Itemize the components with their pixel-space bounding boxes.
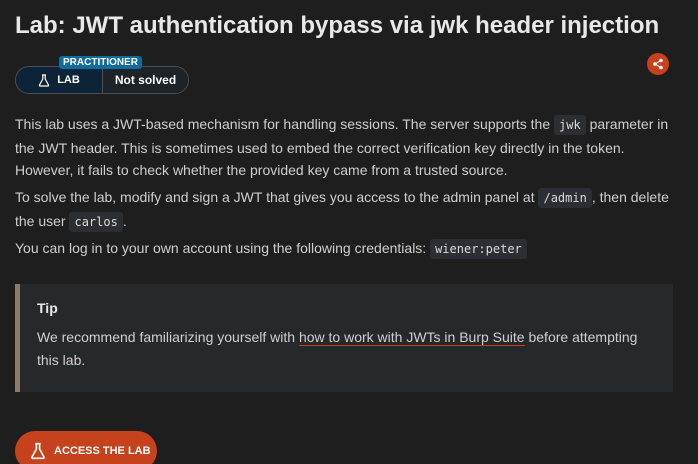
tip-box: Tip We recommend familiarizing yourself …: [15, 284, 673, 392]
code-carlos: carlos: [69, 211, 123, 232]
status-badge: Not solved: [103, 67, 188, 93]
text: .: [122, 212, 127, 229]
lab-label: LAB: [57, 74, 80, 86]
page-title: Lab: JWT authentication bypass via jwk h…: [15, 12, 660, 39]
credentials-paragraph: You can log in to your own account using…: [15, 237, 683, 261]
text: This lab uses a JWT-based mechanism for …: [15, 116, 554, 132]
lab-type: LAB: [16, 67, 103, 93]
text: We recommend familiarizing yourself with: [37, 329, 299, 345]
description-paragraph: This lab uses a JWT-based mechanism for …: [15, 113, 683, 182]
goal-paragraph: To solve the lab, modify and sign a JWT …: [15, 186, 683, 233]
flask-icon: [39, 73, 50, 87]
tip-text: We recommend familiarizing yourself with…: [37, 326, 657, 371]
flask-icon: [31, 442, 45, 460]
level-badge: PRACTITIONER: [59, 56, 142, 69]
code-jwk: jwk: [554, 115, 586, 135]
lab-page: Lab: JWT authentication bypass via jwk h…: [0, 0, 698, 464]
tip-title: Tip: [37, 300, 58, 316]
text: You can log in to your own account using…: [15, 240, 431, 256]
share-icon: [653, 58, 663, 70]
lab-badge: LAB Not solved PRACTITIONER: [15, 56, 189, 94]
access-lab-label: ACCESS THE LAB: [54, 445, 151, 457]
text: To solve the lab, modify and sign a JWT …: [15, 189, 539, 205]
jwt-burp-link[interactable]: how to work with JWTs in Burp Suite: [298, 329, 525, 346]
code-credentials: wiener:peter: [430, 239, 527, 259]
access-lab-button[interactable]: ACCESS THE LAB: [15, 431, 157, 464]
code-admin: /admin: [538, 188, 592, 208]
share-button[interactable]: [647, 53, 669, 75]
